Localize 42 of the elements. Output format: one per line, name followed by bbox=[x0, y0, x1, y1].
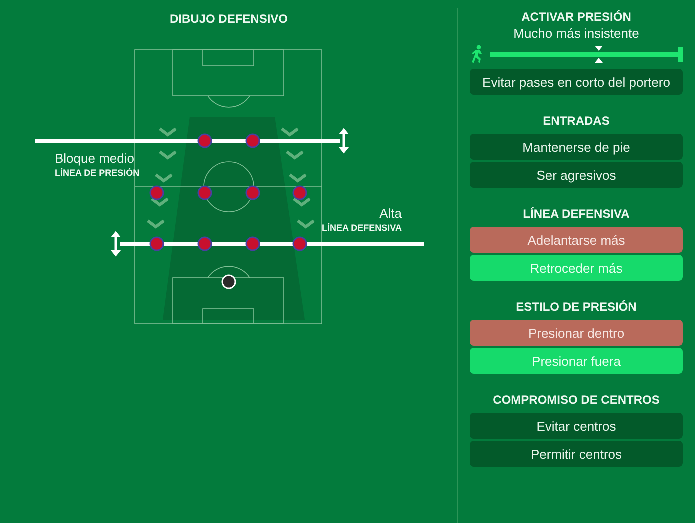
pressing-line-label: LÍNEA DE PRESIÓN bbox=[55, 168, 140, 178]
chevron-icon bbox=[151, 198, 169, 207]
panel-title: DIBUJO DEFENSIVO bbox=[170, 12, 288, 26]
chevron-icon bbox=[159, 128, 177, 137]
player-marker bbox=[246, 134, 260, 148]
slider-marker[interactable] bbox=[595, 46, 604, 62]
runner-icon bbox=[470, 45, 484, 63]
chevron-icon bbox=[147, 220, 165, 229]
option-button[interactable]: Evitar centros bbox=[470, 413, 683, 439]
player-marker bbox=[198, 186, 212, 200]
player-marker bbox=[198, 134, 212, 148]
chevron-icon bbox=[159, 150, 177, 160]
section-title: LÍNEA DEFENSIVA bbox=[522, 207, 631, 221]
player-marker bbox=[246, 186, 260, 200]
player-marker bbox=[292, 236, 308, 252]
player-marker bbox=[198, 236, 212, 252]
option-button[interactable]: Permitir centros bbox=[470, 441, 683, 467]
player-marker bbox=[150, 236, 164, 252]
resize-arrow-icon bbox=[338, 128, 350, 154]
goalkeeper-marker bbox=[222, 274, 236, 290]
player-marker bbox=[246, 236, 260, 252]
section-title: ENTRADAS bbox=[542, 114, 611, 128]
chevron-icon bbox=[155, 174, 173, 183]
slider-reading: Mucho más insistente bbox=[512, 26, 640, 41]
option-button[interactable]: Ser agresivos bbox=[470, 162, 683, 188]
section-title: COMPROMISO DE CENTROS bbox=[492, 393, 661, 407]
chevron-icon bbox=[297, 220, 315, 229]
option-button[interactable]: Evitar pases en corto del portero bbox=[470, 69, 683, 95]
chevron-icon bbox=[289, 174, 307, 183]
section-title: ACTIVAR PRESIÓN bbox=[520, 10, 632, 24]
player-marker bbox=[292, 186, 308, 200]
chevron-icon bbox=[281, 128, 299, 137]
resize-arrow-icon bbox=[110, 231, 122, 257]
slider-end-cap bbox=[678, 46, 683, 62]
defensive-line-label: LÍNEA DEFENSIVA bbox=[322, 223, 402, 233]
option-button[interactable]: Mantenerse de pie bbox=[470, 134, 683, 160]
defensive-line-value: Alta bbox=[380, 206, 402, 221]
chevron-icon bbox=[286, 150, 304, 160]
section-title: ESTILO DE PRESIÓN bbox=[515, 300, 638, 314]
chevron-icon bbox=[293, 198, 311, 207]
pressing-line-value: Bloque medio bbox=[55, 151, 134, 166]
player-marker bbox=[150, 186, 164, 200]
